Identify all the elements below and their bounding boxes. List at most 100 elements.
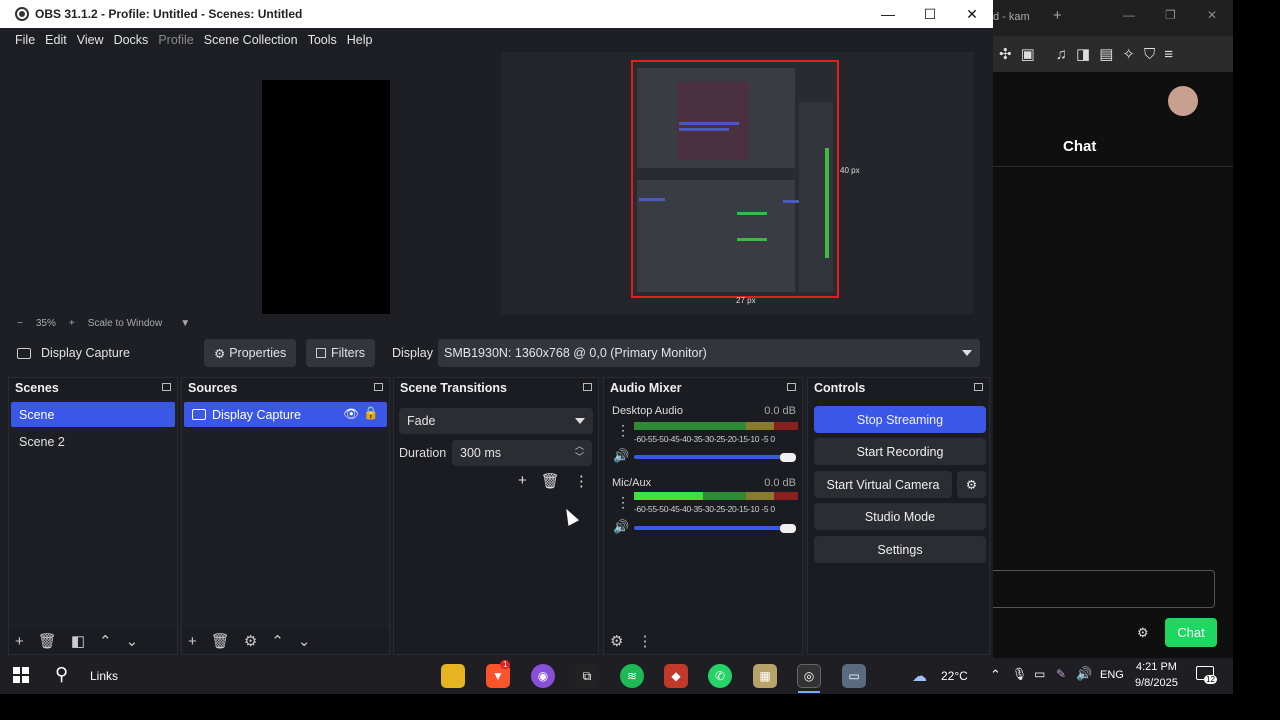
whatsapp-icon[interactable]: ✆ — [708, 664, 732, 688]
add-transition-icon[interactable]: + — [518, 472, 527, 490]
minimize-icon[interactable]: — — [1123, 8, 1135, 22]
menu-icon[interactable]: ≡ — [1164, 46, 1173, 63]
display-select[interactable]: SMB1930N: 1360x768 @ 0,0 (Primary Monito… — [438, 339, 980, 367]
studio-mode-button[interactable]: Studio Mode — [814, 503, 986, 530]
restore-icon[interactable]: ❐ — [1165, 8, 1176, 22]
windows-start-icon[interactable] — [13, 667, 29, 683]
mic-volume-slider[interactable] — [634, 526, 784, 530]
filters-icon[interactable]: ◧ — [71, 632, 85, 650]
speaker-icon[interactable]: 🔊 — [613, 519, 629, 535]
add-source-icon[interactable]: + — [188, 633, 197, 650]
wallet-icon[interactable]: ▤ — [1099, 45, 1113, 63]
zoom-out-button[interactable]: − — [17, 318, 23, 329]
leo-ai-icon[interactable]: ✧ — [1122, 45, 1135, 63]
search-icon[interactable]: ⚲ — [55, 664, 68, 685]
undock-icon[interactable] — [974, 383, 983, 391]
more-options-icon[interactable]: ⋮ — [616, 494, 630, 511]
pen-icon[interactable]: ✎ — [1056, 667, 1066, 681]
microphone-icon[interactable]: 🎙 — [1012, 667, 1027, 681]
stop-streaming-button[interactable]: Stop Streaming — [814, 406, 986, 433]
lock-icon[interactable]: 🔒 — [363, 406, 379, 421]
maximize-button[interactable]: ☐ — [909, 0, 951, 28]
app-icon[interactable]: ◆ — [664, 664, 688, 688]
scene-item[interactable]: Scene 2 — [11, 429, 175, 454]
clock-date[interactable]: 9/8/2025 — [1135, 677, 1178, 689]
menu-docks[interactable]: Docks — [114, 33, 149, 47]
trash-icon[interactable]: 🗑 — [211, 632, 230, 650]
advanced-audio-icon[interactable]: ⚙ — [610, 632, 623, 650]
file-explorer-icon[interactable] — [441, 664, 465, 688]
volume-slider-handle[interactable] — [780, 524, 796, 533]
close-button[interactable]: ✕ — [951, 0, 993, 28]
clock-time[interactable]: 4:21 PM — [1136, 661, 1177, 673]
obs-taskbar-icon[interactable]: ◎ — [797, 664, 821, 688]
sidebar-icon[interactable]: ◨ — [1076, 45, 1090, 63]
source-item[interactable]: Display Capture 👁 🔒 — [184, 402, 387, 427]
settings-button[interactable]: Settings — [814, 536, 986, 563]
menu-edit[interactable]: Edit — [45, 33, 67, 47]
speaker-icon[interactable]: 🔊 — [613, 448, 629, 464]
undock-icon[interactable] — [787, 383, 796, 391]
app-icon[interactable]: ▭ — [842, 664, 866, 688]
app-icon[interactable]: ▦ — [753, 664, 777, 688]
gear-icon[interactable]: ⚙ — [244, 632, 257, 650]
undock-icon[interactable] — [583, 383, 592, 391]
desktop-volume-slider[interactable] — [634, 455, 784, 459]
move-down-icon[interactable]: ⌄ — [298, 632, 311, 650]
capture-icon[interactable]: ▣ — [1021, 45, 1035, 63]
more-options-icon[interactable]: ⋮ — [616, 422, 630, 439]
music-icon[interactable]: ♫ — [1056, 46, 1067, 63]
menu-scene-collection[interactable]: Scene Collection — [204, 33, 298, 47]
volume-slider-handle[interactable] — [780, 453, 796, 462]
browser-tab[interactable]: d - kam — [993, 11, 1030, 23]
filters-button[interactable]: Filters — [306, 339, 376, 367]
spotify-icon[interactable]: ≋ — [620, 664, 644, 688]
move-up-icon[interactable]: ⌃ — [271, 632, 284, 650]
scale-mode-dropdown-icon[interactable]: ▼ — [180, 318, 190, 329]
trash-icon[interactable]: 🗑 — [541, 472, 560, 490]
menu-profile[interactable]: Profile — [158, 33, 193, 47]
chat-input[interactable] — [993, 570, 1215, 608]
volume-icon[interactable]: 🔊 — [1076, 666, 1092, 682]
network-icon[interactable]: ▭ — [1034, 667, 1045, 681]
display-capture-preview[interactable] — [631, 60, 839, 298]
scene-item[interactable]: Scene — [11, 402, 175, 427]
undock-icon[interactable] — [162, 383, 171, 391]
start-virtual-camera-button[interactable]: Start Virtual Camera — [814, 471, 952, 498]
chevron-up-icon[interactable]: ⌃ — [990, 667, 1001, 683]
gear-icon[interactable]: ⚙ — [1137, 625, 1149, 641]
minimize-button[interactable]: — — [867, 0, 909, 28]
taskbar-links[interactable]: Links — [90, 669, 118, 683]
scale-mode[interactable]: Scale to Window — [88, 318, 162, 329]
chat-send-button[interactable]: Chat — [1165, 618, 1217, 647]
properties-button[interactable]: ⚙ Properties — [204, 339, 297, 367]
undock-icon[interactable] — [374, 383, 383, 391]
virtual-camera-settings-button[interactable]: ⚙ — [957, 471, 986, 498]
avatar[interactable] — [1168, 86, 1198, 116]
capcut-icon[interactable]: ⧉ — [575, 664, 599, 688]
eye-icon[interactable]: 👁 — [343, 407, 359, 422]
preview-area[interactable]: 40 px 27 px — [8, 52, 990, 316]
menu-file[interactable]: File — [15, 33, 35, 47]
stepper-arrows-icon[interactable]: ︿ ﹀ — [575, 441, 584, 463]
more-options-icon[interactable]: ⋮ — [574, 472, 589, 490]
vpn-shield-icon[interactable]: ⛉ — [1144, 46, 1155, 63]
more-options-icon[interactable]: ⋮ — [637, 632, 652, 650]
messenger-icon[interactable]: ◉ — [531, 664, 555, 688]
menu-tools[interactable]: Tools — [308, 33, 337, 47]
trash-icon[interactable]: 🗑 — [38, 632, 57, 650]
menu-view[interactable]: View — [77, 33, 104, 47]
move-up-icon[interactable]: ⌃ — [99, 632, 112, 650]
start-recording-button[interactable]: Start Recording — [814, 438, 986, 465]
close-icon[interactable]: ✕ — [1207, 8, 1217, 22]
duration-spinbox[interactable]: 300 ms ︿ ﹀ — [452, 440, 592, 466]
weather-icon[interactable]: ☁ — [912, 667, 927, 685]
language-indicator[interactable]: ENG — [1100, 669, 1124, 681]
add-scene-icon[interactable]: + — [15, 633, 24, 650]
zoom-in-button[interactable]: + — [69, 318, 75, 329]
weather-temp[interactable]: 22°C — [941, 669, 968, 683]
new-tab-icon[interactable]: + — [1053, 7, 1062, 24]
move-down-icon[interactable]: ⌄ — [126, 632, 139, 650]
menu-help[interactable]: Help — [347, 33, 373, 47]
extensions-icon[interactable]: ✣ — [999, 45, 1012, 63]
